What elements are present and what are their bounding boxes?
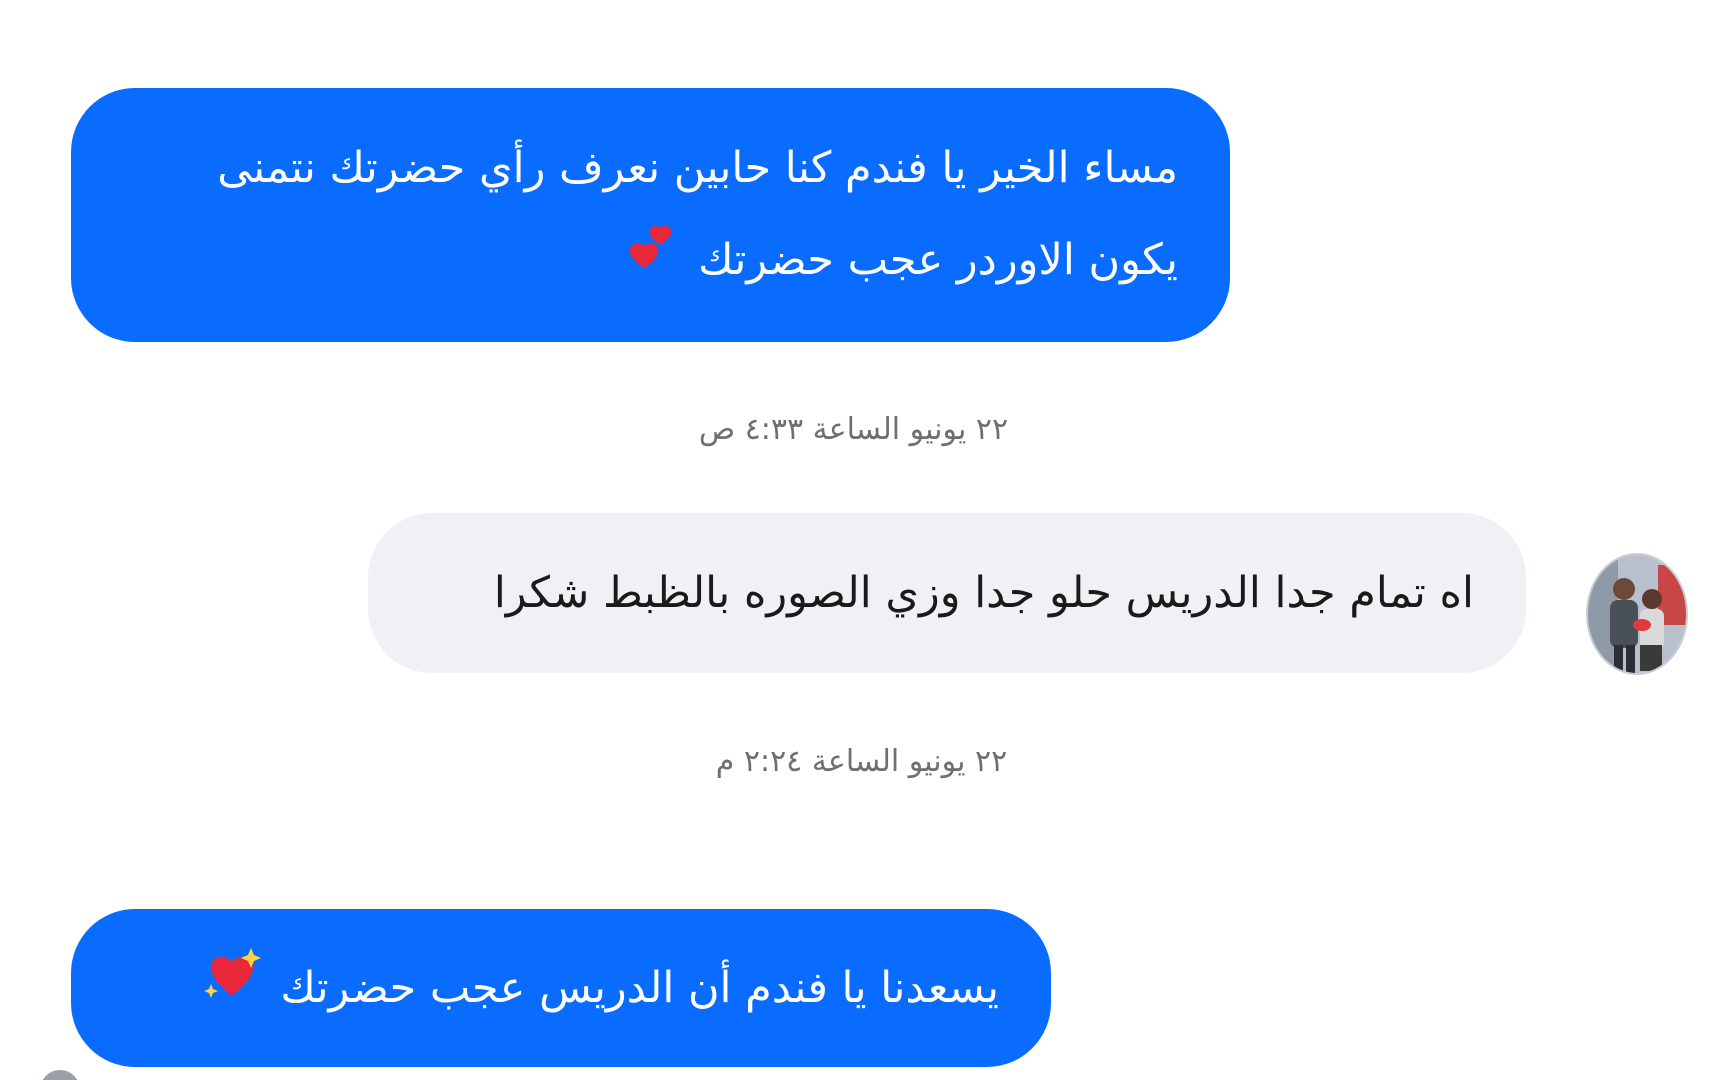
message-text-line: مساء الخير يا فندم كنا حابين نعرف رأي حض… [217,143,1178,193]
avatar[interactable] [1586,553,1688,675]
profile-photo-icon [1588,555,1686,673]
message-timestamp: ٢٢ يونيو الساعة ٢:٢٤ م [715,744,1008,779]
avatar[interactable] [40,1070,80,1080]
sparkling-heart-icon [203,945,261,1037]
two-hearts-icon [630,217,678,309]
message-text: يكون الاوردر عجب حضرتك [698,235,1178,285]
message-text-line: يسعدنا يا فندم أن الدريس عجب حضرتك [123,942,999,1037]
message-timestamp: ٢٢ يونيو الساعة ٤:٣٣ ص [698,412,1009,447]
message-text: يسعدنا يا فندم أن الدريس عجب حضرتك [280,963,999,1013]
message-text-line: يكون الاوردر عجب حضرتك [123,214,1178,309]
sent-message-bubble[interactable]: يسعدنا يا فندم أن الدريس عجب حضرتك [71,909,1051,1067]
message-text: اه تمام جدا الدريس حلو جدا وزي الصوره با… [493,568,1474,618]
received-message-bubble[interactable]: اه تمام جدا الدريس حلو جدا وزي الصوره با… [368,513,1526,673]
sent-message-bubble[interactable]: مساء الخير يا فندم كنا حابين نعرف رأي حض… [71,88,1230,342]
chat-thread: مساء الخير يا فندم كنا حابين نعرف رأي حض… [0,0,1731,1080]
